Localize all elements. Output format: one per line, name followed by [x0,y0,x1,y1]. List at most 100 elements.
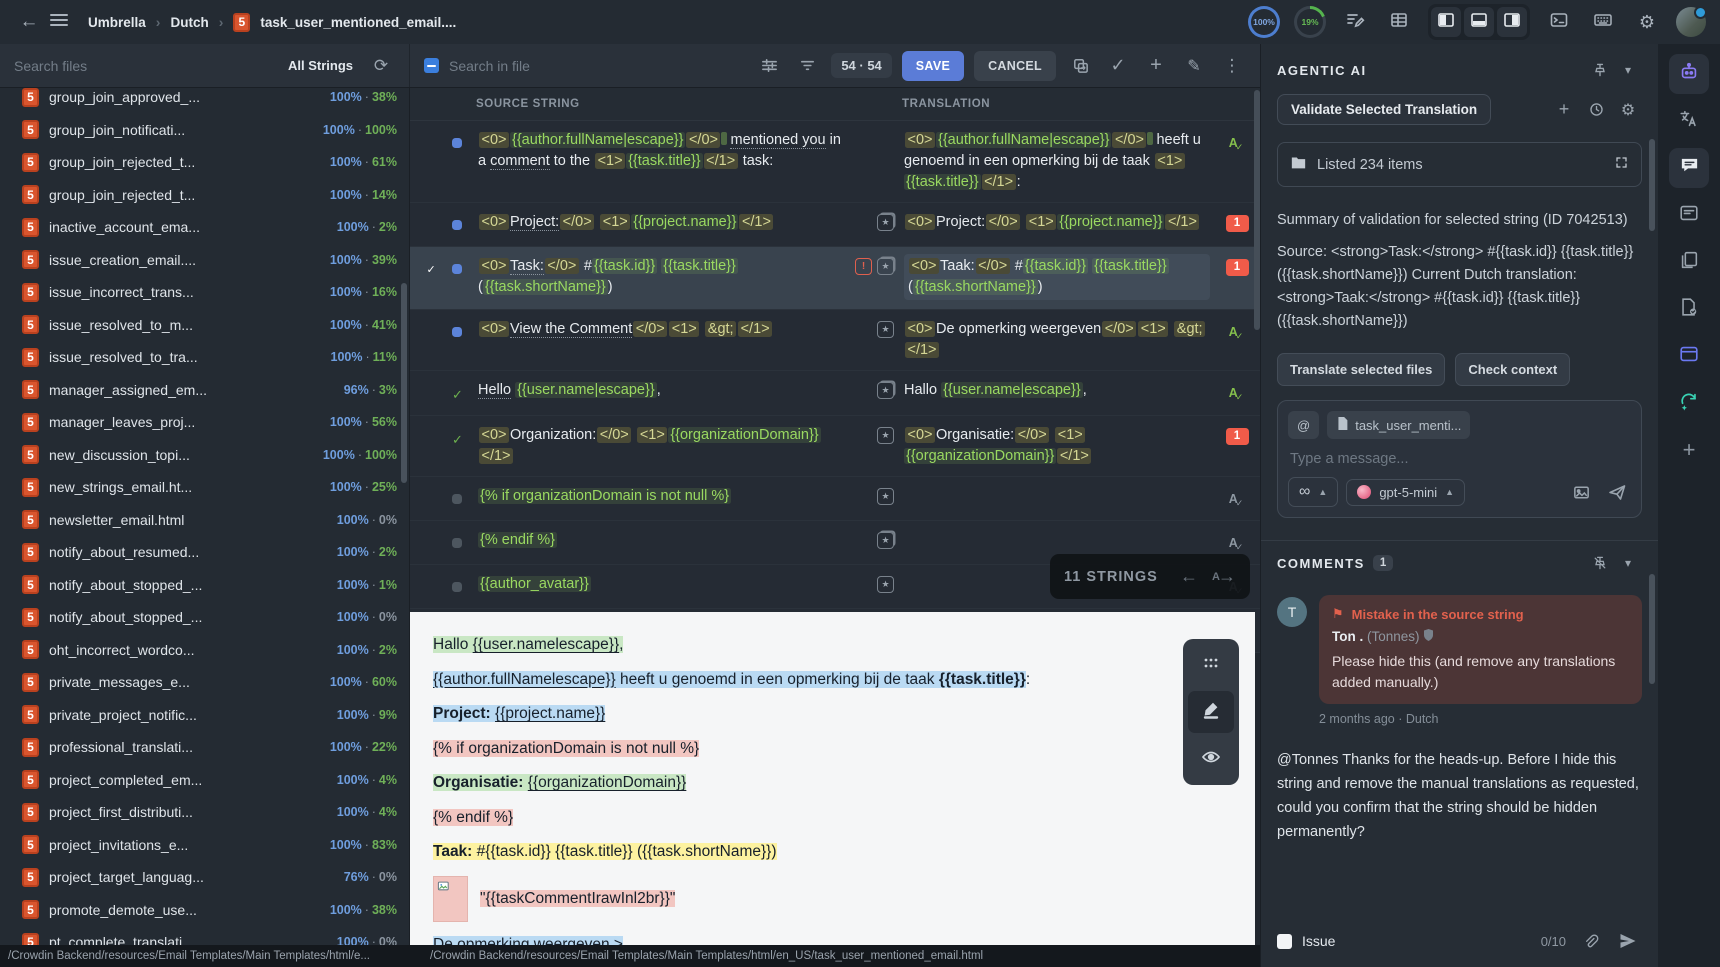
comments-scrollbar[interactable] [1649,574,1655,684]
ai-settings-button[interactable]: ⚙ [1614,96,1642,124]
translate-tab[interactable] [1669,101,1709,141]
file-list-item[interactable]: 5notify_about_stopped_...100%·1% [0,569,409,602]
file-list-item[interactable]: 5manager_assigned_em...96%·3% [0,374,409,407]
filter-settings-button[interactable] [755,52,783,80]
string-row[interactable]: <0>{{author.fullName|escape}}</0>mention… [410,121,1260,203]
file-list-item[interactable]: 5project_target_languag...76%·0% [0,861,409,894]
string-row[interactable]: <0>View the Comment</0><1> &gt;</1> ★ <0>D… [410,310,1260,371]
duplicate-star-icon[interactable]: ★ [877,576,894,593]
attach-file-button[interactable] [1576,927,1604,955]
source-string[interactable]: <0>Task:</0> #{{task.id}} {{task.title}}… [478,256,846,298]
translation-string[interactable]: <0>De opmerking weergeven</0><1> &gt;</1… [904,319,1214,361]
issue-count-badge[interactable]: 1 [1226,428,1249,445]
ai-assistant-tab[interactable] [1669,54,1709,94]
ai-message-input[interactable] [1290,451,1633,467]
approved-icon[interactable]: A✓ [1229,133,1246,155]
save-button[interactable]: SAVE [902,51,964,81]
issue-checkbox[interactable] [1277,934,1292,949]
add-string-button[interactable]: + [1142,52,1170,80]
copy-source-button[interactable] [1066,52,1094,80]
file-list-item[interactable]: 5professional_translati...100%·22% [0,731,409,764]
issue-count-badge[interactable]: 1 [1226,259,1249,276]
prompt-preset-button[interactable]: Validate Selected Translation [1277,94,1491,125]
qa-warning-icon[interactable]: ! [855,258,872,275]
collapse-panel-button[interactable]: ▾ [1614,56,1642,84]
source-string[interactable]: <0>{{author.fullName|escape}}</0>mention… [478,130,846,172]
file-list-item[interactable]: 5project_completed_em...100%·4% [0,764,409,797]
layout-bottom-panel-button[interactable] [1464,7,1494,37]
attach-image-button[interactable] [1567,478,1595,506]
pin-panel-button[interactable] [1586,56,1614,84]
select-all-checkbox[interactable] [424,58,439,73]
file-list-item[interactable]: 5notify_about_resumed...100%·2% [0,536,409,569]
menu-button[interactable] [44,7,74,37]
attached-file-chip[interactable]: task_user_menti... [1327,411,1470,439]
file-list-item[interactable]: 5manager_leaves_proj...100%·56% [0,406,409,439]
string-row[interactable]: <0>Task:</0> #{{task.id}} {{task.title}}… [410,247,1260,310]
edit-string-button[interactable]: ✎ [1180,52,1208,80]
translate-selected-files-button[interactable]: Translate selected files [1277,353,1445,386]
string-row[interactable]: ✓<0>Organization:</0> <1>{{organizationD… [410,416,1260,477]
file-list-item[interactable]: 5group_join_approved_...100%·38% [0,88,409,114]
history-button[interactable] [1582,96,1610,124]
keyboard-shortcuts-button[interactable] [1588,7,1618,37]
machine-translate-next-button[interactable]: A→ [1212,566,1236,587]
translation-string[interactable]: <0>Taak:</0> #{{task.id}} {{task.title}}… [904,254,1210,300]
search-files-input[interactable] [14,58,288,74]
collapse-comments-button[interactable]: ▾ [1614,549,1642,577]
file-list-item[interactable]: 5group_join_notificati...100%·100% [0,114,409,147]
tm-suggestions-tab[interactable] [1669,242,1709,282]
avatar[interactable] [1676,7,1706,37]
translated-progress-ring[interactable]: 100% [1248,6,1280,38]
string-details-tab[interactable] [1669,195,1709,235]
source-string[interactable]: <0>Organization:</0> <1>{{organizationDo… [478,425,846,467]
source-string[interactable]: {{author_avatar}} [478,574,846,595]
cancel-button[interactable]: CANCEL [974,51,1056,81]
listed-items-box[interactable]: Listed 234 items [1277,142,1642,187]
preview-drag-handle[interactable] [1188,644,1234,686]
duplicate-star-icon[interactable]: ★ [877,488,894,505]
machine-translation-icon[interactable]: A✓ [1229,489,1246,511]
add-panel-button[interactable]: + [1669,430,1709,470]
file-list-item[interactable]: 5newsletter_email.html100%·0% [0,504,409,537]
file-list-item[interactable]: 5notify_about_stopped_...100%·0% [0,601,409,634]
file-list-item[interactable]: 5private_messages_e...100%·60% [0,666,409,699]
compose-button[interactable] [1340,7,1370,37]
file-list-item[interactable]: 5issue_resolved_to_tra...100%·11% [0,341,409,374]
send-message-button[interactable] [1603,478,1631,506]
comments-tab[interactable] [1669,148,1709,188]
layout-right-panel-button[interactable] [1497,7,1527,37]
file-tasks-tab[interactable] [1669,289,1709,329]
translation-string[interactable]: Hallo {{user.name|escape}}, [904,380,1214,401]
send-comment-button[interactable] [1614,927,1642,955]
file-list-scrollbar[interactable] [401,283,407,483]
preview-edit-button[interactable] [1188,691,1234,733]
terminal-button[interactable] [1544,7,1574,37]
file-list-item[interactable]: 5oht_incorrect_wordco...100%·2% [0,634,409,667]
translation-string[interactable]: <0>Organisatie:</0> <1>{{organizationDom… [904,425,1214,467]
string-row[interactable]: {% if organizationDomain is not null %} ★… [410,477,1260,521]
issue-count-badge[interactable]: 1 [1226,215,1249,232]
search-in-file-input[interactable] [449,58,745,74]
duplicate-star-icon[interactable]: ★ [877,427,894,444]
more-options-button[interactable]: ⋮ [1218,52,1246,80]
source-string[interactable]: {% if organizationDomain is not null %} [478,486,846,507]
machine-translation-icon[interactable]: A✓ [1229,533,1246,555]
file-list-item[interactable]: 5inactive_account_ema...100%·2% [0,211,409,244]
file-list-item[interactable]: 5promote_demote_use...100%·38% [0,894,409,927]
translation-string[interactable]: <0>{{author.fullName|escape}}</0>heeft u… [904,130,1214,193]
source-string[interactable]: Hello {{user.name|escape}}, [478,380,846,401]
source-string[interactable]: <0>View the Comment</0><1> &gt;</1> [478,319,846,340]
source-string[interactable]: <0>Project:</0> <1>{{project.name}}</1> [478,212,846,233]
sync-tab[interactable] [1669,383,1709,423]
approved-icon[interactable]: A✓ [1229,383,1246,405]
browser-preview-tab[interactable] [1669,336,1709,376]
new-chat-button[interactable]: + [1550,96,1578,124]
context-mode-dropdown[interactable]: ∞▲ [1288,477,1338,507]
breadcrumb-language[interactable]: Dutch [170,15,208,30]
prev-page-button[interactable]: ← [1180,566,1198,587]
source-string[interactable]: {% endif %} [478,530,846,551]
string-row[interactable]: ✓Hello {{user.name|escape}},★Hallo {{use… [410,371,1260,416]
duplicate-star-icon[interactable]: ★ [877,321,894,338]
file-list-item[interactable]: 5project_invitations_e...100%·83% [0,829,409,862]
